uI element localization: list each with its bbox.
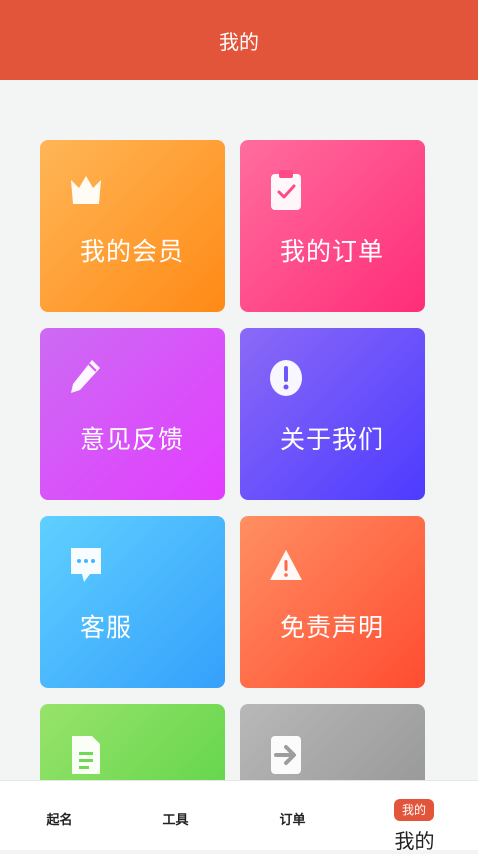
tile-my-orders[interactable]: 我的订单 (240, 140, 425, 312)
tab-mine-badge: 我的 (394, 799, 434, 821)
tab-orders[interactable]: 订单 (233, 781, 352, 851)
tile-logout[interactable] (240, 704, 425, 780)
info-exclamation-icon (270, 360, 302, 396)
tile-my-membership[interactable]: 我的会员 (40, 140, 225, 312)
tile-label: 我的订单 (280, 237, 385, 266)
tile-label: 我的会员 (80, 237, 185, 266)
pencil-icon (71, 360, 100, 393)
tab-label: 工具 (162, 813, 189, 828)
warning-icon (270, 550, 302, 580)
clipboard-check-icon (271, 170, 301, 210)
tile-disclaimer[interactable]: 免责声明 (240, 516, 425, 688)
logout-icon (271, 736, 301, 774)
tile-feedback[interactable]: 意见反馈 (40, 328, 225, 500)
menu-grid: 我的会员 我的订单 意见反馈 关于我们 客服 免责声明 (0, 0, 478, 780)
tile-label: 关于我们 (280, 425, 385, 454)
bottom-tab-bar: 起名 工具 订单 我的 我的 (0, 780, 478, 853)
document-icon (72, 736, 100, 774)
crown-icon (71, 176, 101, 204)
tab-naming[interactable]: 起名 (0, 781, 119, 851)
tile-document[interactable] (40, 704, 225, 780)
tab-mine[interactable]: 我的 我的 (355, 781, 474, 853)
tile-label: 意见反馈 (80, 425, 185, 454)
tab-label: 订单 (279, 813, 306, 828)
chat-bubble-icon (71, 548, 101, 582)
tile-label: 客服 (80, 613, 133, 642)
tab-label: 起名 (46, 813, 73, 828)
tab-tools[interactable]: 工具 (116, 781, 235, 851)
tile-about-us[interactable]: 关于我们 (240, 328, 425, 500)
tile-label: 免责声明 (280, 613, 385, 642)
tile-customer-service[interactable]: 客服 (40, 516, 225, 688)
